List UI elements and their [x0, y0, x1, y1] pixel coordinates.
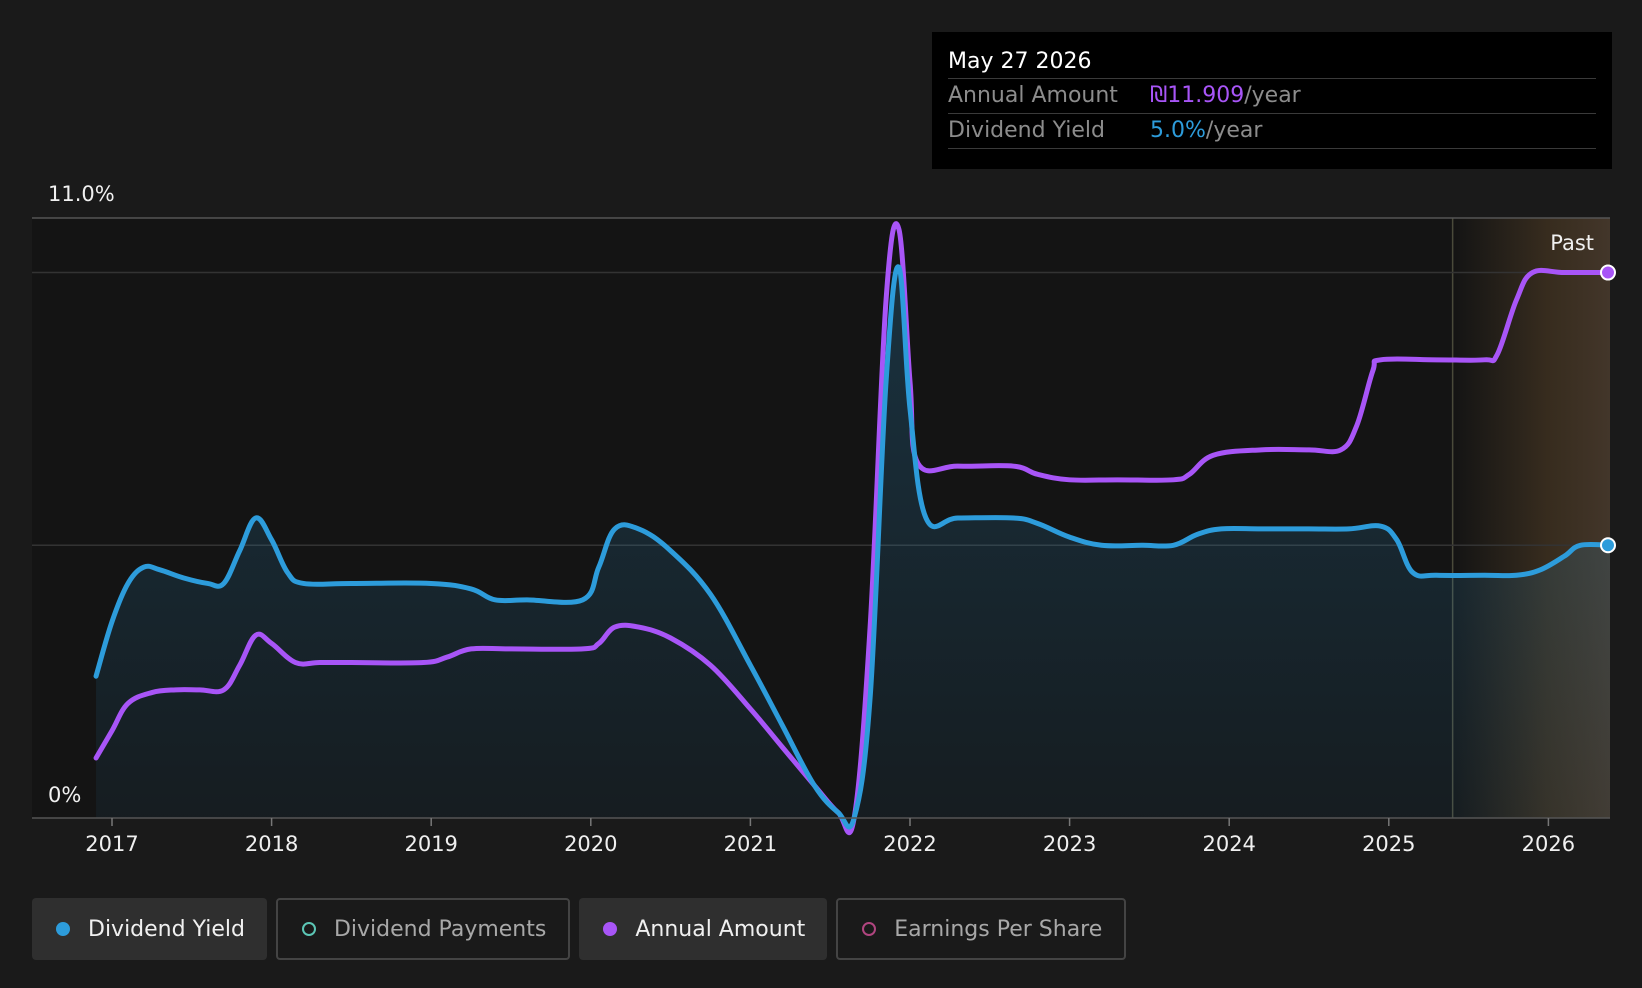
tooltip-row-dividend-yield: Dividend Yield 5.0% /year: [948, 114, 1596, 149]
tooltip-date: May 27 2026: [948, 46, 1596, 79]
tooltip-row-annual-amount: Annual Amount ₪11.909 /year: [948, 79, 1596, 114]
x-tick-label: 2024: [1202, 832, 1255, 856]
tooltip-value: 5.0%: [1150, 118, 1206, 143]
tooltip-label: Dividend Yield: [948, 118, 1105, 143]
tooltip-value: ₪11.909: [1150, 83, 1245, 108]
legend-item-earnings-per-share[interactable]: Earnings Per Share: [836, 898, 1127, 960]
x-tick-label: 2022: [883, 832, 936, 856]
past-label: Past: [1550, 231, 1594, 255]
y-tick-label-bottom: 0%: [48, 783, 81, 807]
x-tick-label: 2017: [85, 832, 138, 856]
legend-item-dividend-yield[interactable]: Dividend Yield: [32, 898, 267, 960]
legend: Dividend Yield Dividend Payments Annual …: [32, 898, 1127, 960]
x-tick-label: 2025: [1362, 832, 1415, 856]
legend-label: Dividend Yield: [88, 916, 245, 942]
x-tick-label: 2026: [1522, 832, 1575, 856]
hollow-dot-icon: [862, 922, 877, 936]
x-tick-label: 2020: [564, 832, 617, 856]
tooltip-label: Annual Amount: [948, 83, 1118, 108]
legend-label: Dividend Payments: [333, 916, 547, 942]
hollow-dot-icon: [301, 922, 316, 936]
tooltip-panel: May 27 2026 Annual Amount ₪11.909 /year …: [932, 32, 1612, 169]
x-tick-label: 2018: [245, 832, 298, 856]
y-tick-label-top: 11.0%: [48, 182, 115, 206]
filled-dot-icon: [603, 922, 618, 936]
legend-label: Annual Amount: [635, 916, 806, 942]
annual-amount-end-marker: [1600, 264, 1616, 281]
legend-item-annual-amount[interactable]: Annual Amount: [579, 898, 828, 960]
dividend-yield-end-marker: [1600, 537, 1616, 554]
tooltip-unit: /year: [1205, 118, 1263, 143]
legend-item-dividend-payments[interactable]: Dividend Payments: [275, 898, 571, 960]
x-tick-label: 2021: [724, 832, 777, 856]
legend-label: Earnings Per Share: [894, 916, 1103, 942]
filled-dot-icon: [56, 922, 70, 936]
x-tick-label: 2023: [1043, 832, 1096, 856]
x-tick-label: 2019: [404, 832, 457, 856]
tooltip-unit: /year: [1244, 83, 1301, 108]
